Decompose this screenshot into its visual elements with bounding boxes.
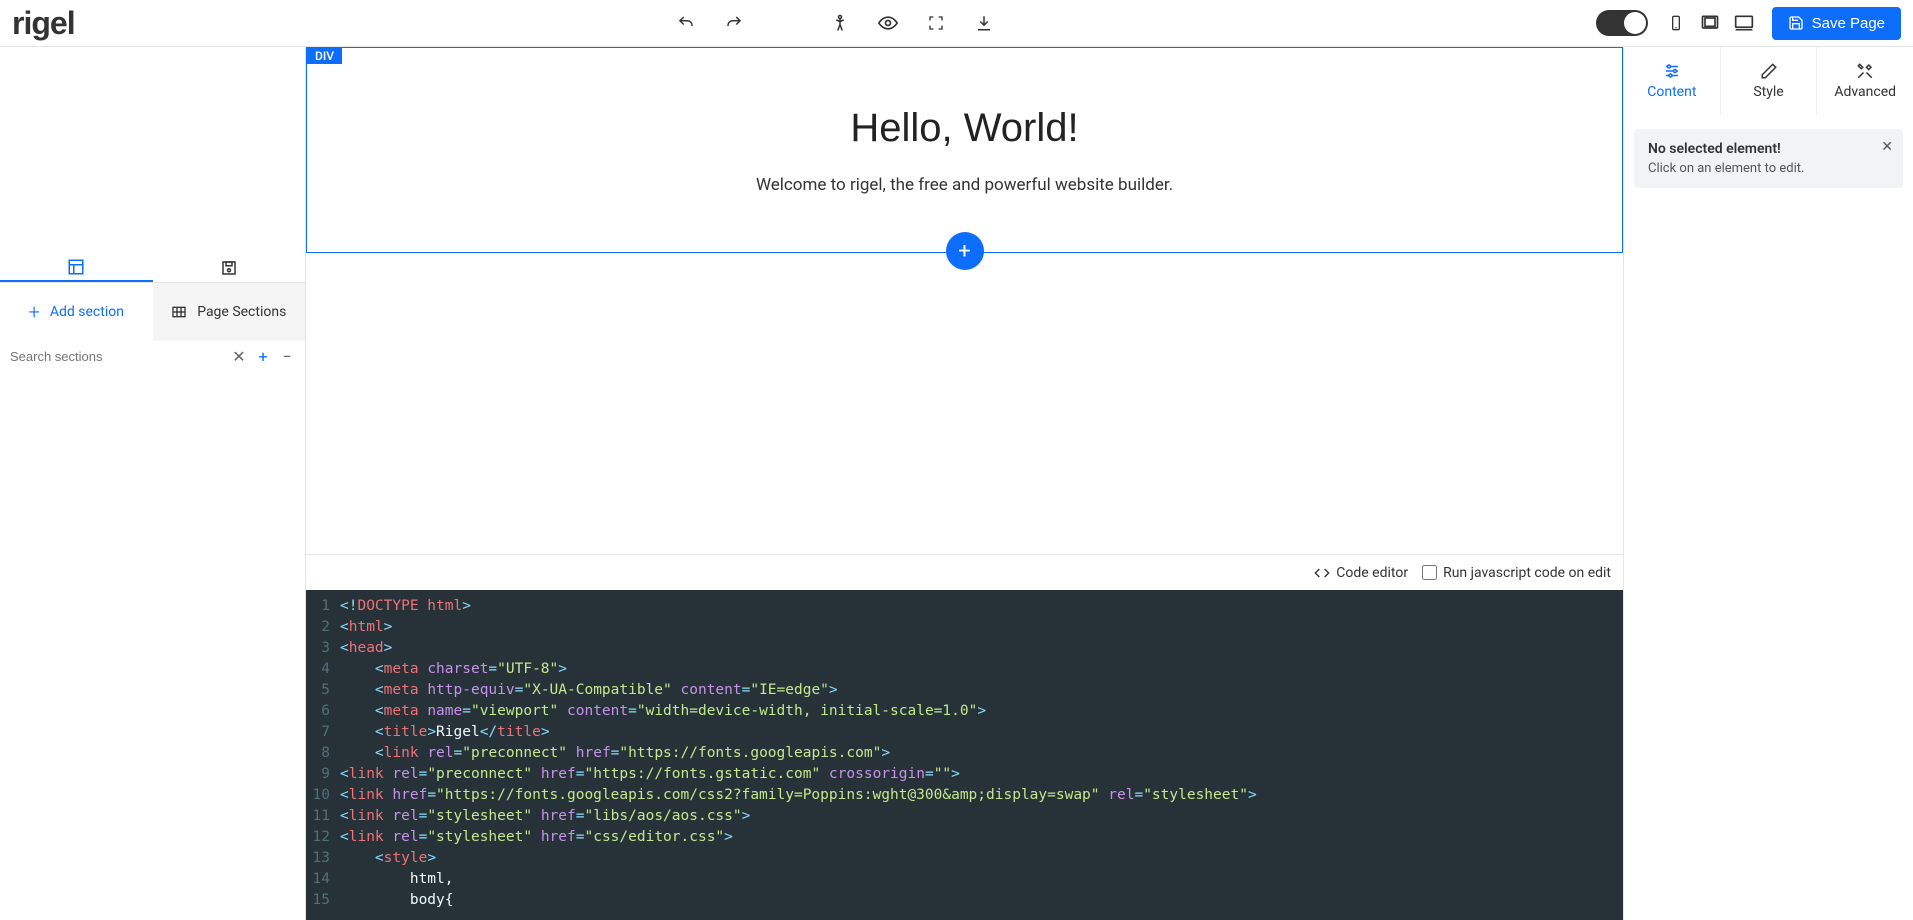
line-number: 15 <box>306 890 340 911</box>
undo-icon[interactable] <box>676 13 696 33</box>
line-number: 14 <box>306 869 340 890</box>
line-number: 11 <box>306 806 340 827</box>
left-blank <box>0 47 305 253</box>
code-line[interactable]: 5 <meta http-equiv="X-UA-Compatible" con… <box>306 680 1623 701</box>
fullscreen-icon[interactable] <box>926 13 946 33</box>
left-subtabs: + Add section Page Sections <box>0 283 305 341</box>
dark-mode-toggle[interactable] <box>1596 10 1648 36</box>
advanced-tab-label: Advanced <box>1834 84 1896 100</box>
sliders-icon <box>1663 62 1681 80</box>
plus-icon: + <box>29 300 40 324</box>
run-js-option[interactable]: Run javascript code on edit <box>1422 565 1611 581</box>
code-line[interactable]: 13 <style> <box>306 848 1623 869</box>
code-line[interactable]: 9<link rel="preconnect" href="https://fo… <box>306 764 1623 785</box>
close-icon[interactable]: ✕ <box>1881 139 1893 155</box>
preview-icon[interactable] <box>878 13 898 33</box>
code-editor[interactable]: 1<!DOCTYPE html>2<html>3<head>4 <meta ch… <box>306 590 1623 920</box>
mobile-icon[interactable] <box>1666 13 1686 33</box>
line-number: 4 <box>306 659 340 680</box>
expand-all-icon[interactable]: + <box>255 347 271 366</box>
left-panel: + Add section Page Sections ✕ + − <box>0 47 306 920</box>
download-icon[interactable] <box>974 13 994 33</box>
add-element-button[interactable]: + <box>946 232 984 270</box>
collapse-all-icon[interactable]: − <box>279 347 295 366</box>
style-tab-label: Style <box>1753 84 1783 100</box>
right-panel-tabs: Content Style Advanced <box>1624 47 1913 115</box>
canvas-column: DIV Hello, World! Welcome to rigel, the … <box>306 47 1623 920</box>
selected-element[interactable]: DIV Hello, World! Welcome to rigel, the … <box>306 47 1623 253</box>
accessibility-icon[interactable] <box>830 13 850 33</box>
code-line[interactable]: 3<head> <box>306 638 1623 659</box>
search-input[interactable] <box>10 349 223 364</box>
canvas-heading[interactable]: Hello, World! <box>850 106 1078 151</box>
code-editor-toggle[interactable]: Code editor <box>1314 565 1408 581</box>
code-line[interactable]: 6 <meta name="viewport" content="width=d… <box>306 701 1623 722</box>
page-sections-label: Page Sections <box>197 304 286 320</box>
line-number: 3 <box>306 638 340 659</box>
right-panel: Content Style Advanced ✕ No selected ele… <box>1623 47 1913 920</box>
line-number: 1 <box>306 596 340 617</box>
top-toolbar: rigel Save Page <box>0 0 1913 47</box>
code-line[interactable]: 2<html> <box>306 617 1623 638</box>
message-title: No selected element! <box>1648 141 1889 157</box>
code-icon <box>1314 565 1330 581</box>
line-number: 8 <box>306 743 340 764</box>
disk-icon <box>220 259 238 277</box>
style-tab[interactable]: Style <box>1720 47 1817 115</box>
toolbar-center <box>75 13 1596 33</box>
add-section-label: Add section <box>50 304 124 320</box>
code-editor-bar: Code editor Run javascript code on edit <box>306 554 1623 590</box>
main-layout: + Add section Page Sections ✕ + − DIV He… <box>0 47 1913 920</box>
line-number: 2 <box>306 617 340 638</box>
canvas[interactable]: DIV Hello, World! Welcome to rigel, the … <box>306 47 1623 554</box>
code-editor-label: Code editor <box>1336 565 1408 581</box>
code-line[interactable]: 14 html, <box>306 869 1623 890</box>
line-number: 13 <box>306 848 340 869</box>
message-body: Click on an element to edit. <box>1648 161 1889 176</box>
line-number: 9 <box>306 764 340 785</box>
run-js-label: Run javascript code on edit <box>1443 565 1611 581</box>
device-switch <box>1666 13 1754 33</box>
left-panel-tabs <box>0 253 305 283</box>
line-number: 5 <box>306 680 340 701</box>
content-tab-label: Content <box>1647 84 1696 100</box>
search-row: ✕ + − <box>0 341 305 372</box>
code-line[interactable]: 8 <link rel="preconnect" href="https://f… <box>306 743 1623 764</box>
layout-tab[interactable] <box>0 253 153 282</box>
add-section-tab[interactable]: + Add section <box>0 283 153 341</box>
code-line[interactable]: 11<link rel="stylesheet" href="libs/aos/… <box>306 806 1623 827</box>
selection-tag: DIV <box>307 48 342 64</box>
canvas-subheading[interactable]: Welcome to rigel, the free and powerful … <box>756 175 1173 195</box>
page-sections-tab[interactable]: Page Sections <box>153 283 306 341</box>
pen-icon <box>1760 62 1778 80</box>
content-tab[interactable]: Content <box>1624 47 1720 115</box>
code-line[interactable]: 15 body{ <box>306 890 1623 911</box>
code-line[interactable]: 4 <meta charset="UTF-8"> <box>306 659 1623 680</box>
layout-icon <box>67 258 85 276</box>
tools-icon <box>1856 62 1874 80</box>
line-number: 6 <box>306 701 340 722</box>
line-number: 10 <box>306 785 340 806</box>
toolbar-right: Save Page <box>1596 7 1901 40</box>
table-icon <box>171 304 187 320</box>
clear-search-icon[interactable]: ✕ <box>231 347 247 366</box>
run-js-checkbox[interactable] <box>1422 565 1437 580</box>
save-button[interactable]: Save Page <box>1772 7 1901 40</box>
save-icon <box>1788 15 1804 31</box>
logo: rigel <box>12 5 75 42</box>
redo-icon[interactable] <box>724 13 744 33</box>
code-line[interactable]: 1<!DOCTYPE html> <box>306 596 1623 617</box>
save-tab[interactable] <box>153 253 306 282</box>
save-button-label: Save Page <box>1812 15 1885 32</box>
advanced-tab[interactable]: Advanced <box>1816 47 1913 115</box>
code-line[interactable]: 12<link rel="stylesheet" href="css/edito… <box>306 827 1623 848</box>
line-number: 12 <box>306 827 340 848</box>
tablet-icon[interactable] <box>1700 13 1720 33</box>
line-number: 7 <box>306 722 340 743</box>
code-line[interactable]: 10<link href="https://fonts.googleapis.c… <box>306 785 1623 806</box>
desktop-icon[interactable] <box>1734 13 1754 33</box>
no-selection-message: ✕ No selected element! Click on an eleme… <box>1634 129 1903 188</box>
code-line[interactable]: 7 <title>Rigel</title> <box>306 722 1623 743</box>
